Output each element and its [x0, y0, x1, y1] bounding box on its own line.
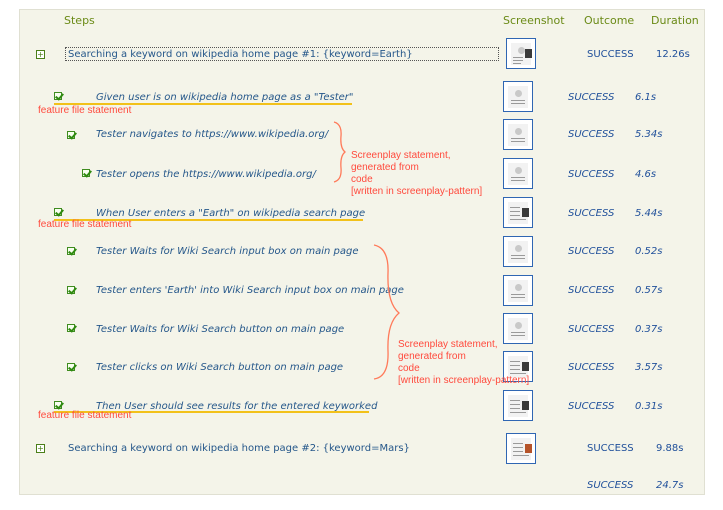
- step-6-duration: 0.57s: [635, 285, 663, 296]
- feature-file-annotation-2: feature file statement: [38, 219, 132, 230]
- scenario-2-link[interactable]: Searching a keyword on wikipedia home pa…: [68, 443, 410, 454]
- step-7-duration: 0.37s: [635, 324, 663, 335]
- step-6-outcome: SUCCESS: [568, 285, 615, 296]
- step-9-outcome: SUCCESS: [568, 401, 615, 412]
- step-9-screenshot-thumbnail[interactable]: [503, 390, 533, 421]
- step-5-check-icon: [67, 247, 75, 255]
- scenario-1-duration: 12.26s: [656, 49, 690, 60]
- duration-column-header: Duration: [651, 14, 699, 27]
- scenario-2-outcome: SUCCESS: [587, 443, 634, 454]
- step-9-check-icon: [54, 401, 62, 409]
- outcome-column-header: Outcome: [584, 14, 635, 27]
- step-8-duration: 3.57s: [635, 362, 663, 373]
- step-1-text[interactable]: Given user is on wikipedia home page as …: [96, 92, 354, 103]
- step-3-outcome: SUCCESS: [568, 169, 615, 180]
- steps-column-header: Steps: [64, 14, 95, 27]
- step-2-check-icon: [67, 131, 75, 139]
- scenario-2-duration: 9.88s: [656, 443, 684, 454]
- screenshot-column-header: Screenshot: [503, 14, 565, 27]
- step-4-duration: 5.44s: [635, 208, 663, 219]
- scenario-1-screenshot-thumbnail[interactable]: [506, 38, 536, 69]
- total-outcome: SUCCESS: [587, 480, 634, 491]
- step-7-text[interactable]: Tester Waits for Wiki Search button on m…: [96, 324, 344, 335]
- screenplay-brace-1: [333, 121, 347, 183]
- screenplay-annotation-1: Screenplay statement, generated from cod…: [351, 150, 483, 197]
- scenario-2-screenshot-thumbnail[interactable]: [506, 433, 536, 464]
- step-5-outcome: SUCCESS: [568, 246, 615, 257]
- step-6-text[interactable]: Tester enters 'Earth' into Wiki Search i…: [96, 285, 404, 296]
- step-4-check-icon: [54, 208, 62, 216]
- expand-scenario-2-icon[interactable]: +: [36, 444, 45, 453]
- step-1-check-icon: [54, 92, 62, 100]
- step-4-screenshot-thumbnail[interactable]: [503, 197, 533, 228]
- total-duration: 24.7s: [656, 480, 684, 491]
- step-2-outcome: SUCCESS: [568, 129, 615, 140]
- step-3-check-icon: [82, 169, 90, 177]
- step-2-screenshot-thumbnail[interactable]: [503, 119, 533, 150]
- step-2-text[interactable]: Tester navigates to https://www.wikipedi…: [96, 129, 328, 140]
- step-8-text[interactable]: Tester clicks on Wiki Search button on m…: [96, 362, 343, 373]
- step-7-outcome: SUCCESS: [568, 324, 615, 335]
- step-6-screenshot-thumbnail[interactable]: [503, 275, 533, 306]
- step-9-duration: 0.31s: [635, 401, 663, 412]
- feature-file-annotation-1: feature file statement: [38, 105, 132, 116]
- scenario-1-link[interactable]: Searching a keyword on wikipedia home pa…: [68, 49, 413, 60]
- step-5-screenshot-thumbnail[interactable]: [503, 236, 533, 267]
- screenplay-annotation-2: Screenplay statement, generated from cod…: [398, 339, 530, 386]
- step-1-outcome: SUCCESS: [568, 92, 615, 103]
- step-3-text[interactable]: Tester opens the https://www.wikipedia.o…: [96, 169, 316, 180]
- step-7-check-icon: [67, 324, 75, 332]
- step-1-duration: 6.1s: [635, 92, 657, 103]
- step-4-text[interactable]: When User enters a "Earth" on wikipedia …: [96, 208, 365, 219]
- step-1-screenshot-thumbnail[interactable]: [503, 81, 533, 112]
- step-6-check-icon: [67, 286, 75, 294]
- step-2-duration: 5.34s: [635, 129, 663, 140]
- step-8-check-icon: [67, 363, 75, 371]
- step-3-screenshot-thumbnail[interactable]: [503, 158, 533, 189]
- step-5-duration: 0.52s: [635, 246, 663, 257]
- scenario-1-outcome: SUCCESS: [587, 49, 634, 60]
- feature-file-annotation-3: feature file statement: [38, 410, 132, 421]
- step-8-outcome: SUCCESS: [568, 362, 615, 373]
- expand-scenario-1-icon[interactable]: +: [36, 50, 45, 59]
- step-4-outcome: SUCCESS: [568, 208, 615, 219]
- step-5-text[interactable]: Tester Waits for Wiki Search input box o…: [96, 246, 359, 257]
- step-3-duration: 4.6s: [635, 169, 657, 180]
